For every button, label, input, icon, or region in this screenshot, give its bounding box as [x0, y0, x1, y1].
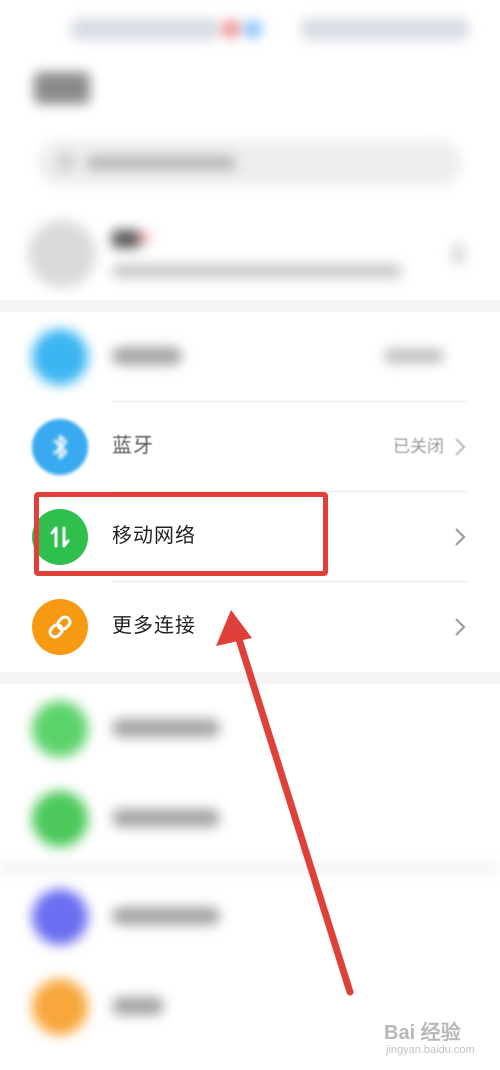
- chevron-right-icon: [452, 244, 464, 264]
- account-badge: [138, 232, 150, 244]
- account-name: [112, 230, 140, 248]
- avatar: [28, 220, 96, 288]
- chevron-right-icon: [455, 618, 466, 636]
- bluetooth-icon: [32, 419, 88, 475]
- settings-icon-green: [32, 791, 88, 847]
- settings-row-blurred-2[interactable]: [0, 774, 500, 864]
- status-notification-dot: [222, 20, 240, 38]
- wifi-icon: [32, 329, 88, 385]
- chevron-right-icon: [455, 438, 466, 456]
- search-placeholder: [86, 156, 236, 170]
- settings-icon-indigo: [32, 889, 88, 945]
- account-row[interactable]: [0, 210, 500, 300]
- status-bar-right: [300, 18, 470, 40]
- wlan-value: [384, 349, 444, 363]
- blurred-label: [112, 997, 164, 1015]
- watermark-logo: Bai 经验 jingyan.baidu.com: [384, 1014, 496, 1068]
- settings-row-bluetooth[interactable]: 蓝牙 已关闭: [0, 402, 500, 492]
- search-icon: [58, 154, 74, 170]
- status-bar: [0, 0, 500, 60]
- settings-row-more-connections[interactable]: 更多连接: [0, 582, 500, 672]
- watermark-brand: Bai 经验: [384, 1022, 461, 1044]
- settings-row-wlan[interactable]: [0, 312, 500, 402]
- page-title: [34, 72, 90, 104]
- section-separator: [0, 672, 500, 684]
- status-notification-dot-2: [244, 20, 262, 38]
- blurred-label: [112, 719, 220, 737]
- annotation-highlight-box: [34, 492, 328, 576]
- chevron-right-icon: [455, 528, 466, 546]
- bluetooth-status: 已关闭: [393, 437, 444, 457]
- settings-row-blurred-3[interactable]: [0, 872, 500, 962]
- account-subtitle: [112, 264, 402, 278]
- settings-icon-orange: [32, 979, 88, 1035]
- blurred-label: [112, 809, 220, 827]
- settings-row-blurred-1[interactable]: [0, 684, 500, 774]
- search-input[interactable]: [38, 140, 462, 186]
- link-icon: [32, 599, 88, 655]
- status-bar-left: [70, 18, 220, 40]
- wlan-label: [112, 347, 182, 365]
- watermark-url: jingyan.baidu.com: [386, 1044, 475, 1056]
- bluetooth-label: 蓝牙: [112, 433, 154, 457]
- more-connections-label: 更多连接: [112, 613, 196, 637]
- section-separator: [0, 300, 500, 312]
- blurred-label: [112, 907, 220, 925]
- settings-icon-green-light: [32, 701, 88, 757]
